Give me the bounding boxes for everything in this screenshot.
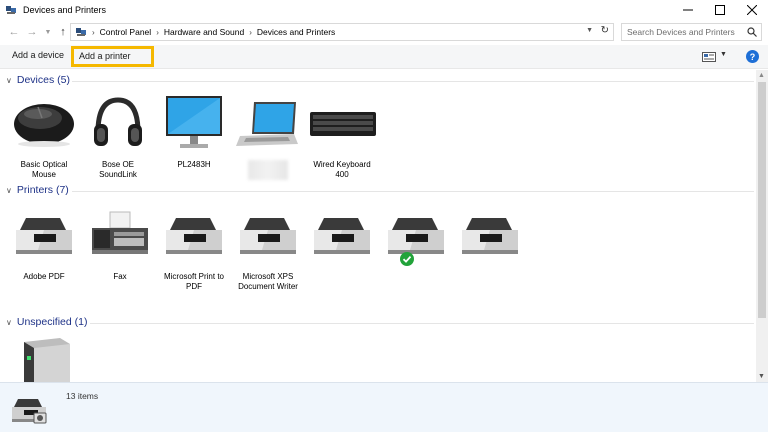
keyboard-icon xyxy=(310,112,376,136)
devices-section-header[interactable]: ∨ Devices (5) xyxy=(6,74,70,86)
breadcrumb-separator-icon: › xyxy=(249,27,252,37)
device-label: Basic Optical Mouse xyxy=(20,160,68,179)
device-label-redacted xyxy=(248,160,288,180)
scroll-up-icon[interactable]: ▲ xyxy=(758,72,765,79)
printers-section-title: Printers (7) xyxy=(16,184,69,196)
printer-label: Microsoft XPS Document Writer xyxy=(238,272,298,291)
devices-section-title: Devices (5) xyxy=(16,74,70,86)
help-button[interactable]: ? xyxy=(746,50,759,63)
device-item-monitor[interactable]: PL2483H xyxy=(158,94,230,170)
collapse-chevron-icon[interactable]: ∨ xyxy=(6,318,12,327)
minimize-icon[interactable] xyxy=(672,0,704,20)
printer-icon xyxy=(166,218,222,254)
section-divider xyxy=(72,191,754,192)
device-label: PL2483H xyxy=(177,160,211,169)
refresh-icon[interactable]: ↻ xyxy=(601,25,609,36)
unspecified-item[interactable] xyxy=(8,334,80,382)
change-view-icon[interactable] xyxy=(702,52,716,62)
printer-icon xyxy=(16,218,72,254)
printer-item-microsoft-xps-document-writer[interactable]: Microsoft XPS Document Writer xyxy=(232,206,304,292)
device-label: Bose OE SoundLink xyxy=(99,160,137,179)
vertical-scrollbar[interactable]: ▲ ▼ xyxy=(756,70,768,382)
navigation-bar: ← → ▼ ↑ › Control Panel › Hardware and S… xyxy=(0,20,768,44)
headphones-icon xyxy=(94,97,142,146)
recent-locations-chevron-icon[interactable]: ▼ xyxy=(40,24,56,40)
default-printer-check-icon xyxy=(400,252,414,266)
fax-icon xyxy=(92,211,148,254)
breadcrumb-separator-icon: › xyxy=(156,27,159,37)
monitor-icon xyxy=(166,96,222,148)
device-list: ∨ Devices (5) Basic Optical Mouse Bose O… xyxy=(0,70,756,382)
section-divider xyxy=(90,323,754,324)
breadcrumb-separator-icon: › xyxy=(92,27,95,37)
add-device-button[interactable]: Add a device xyxy=(12,50,64,60)
section-divider xyxy=(72,81,754,82)
close-icon[interactable] xyxy=(736,0,768,20)
address-dropdown-icon[interactable]: ▼ xyxy=(586,27,593,34)
printer-item[interactable] xyxy=(454,206,526,270)
device-item-laptop[interactable] xyxy=(232,94,304,180)
printer-item-microsoft-print-to-pdf[interactable]: Microsoft Print to PDF xyxy=(158,206,230,292)
device-item-mouse[interactable]: Basic Optical Mouse xyxy=(8,94,80,180)
add-printer-button[interactable]: Add a printer xyxy=(71,46,154,67)
scrollbar-thumb[interactable] xyxy=(758,82,766,318)
breadcrumb-hardware-and-sound[interactable]: Hardware and Sound xyxy=(164,27,244,37)
maximize-icon[interactable] xyxy=(704,0,736,20)
printer-label: Fax xyxy=(113,272,127,281)
printer-label: Adobe PDF xyxy=(23,272,65,281)
server-icon xyxy=(24,338,70,382)
printer-icon xyxy=(240,218,296,254)
item-count: 13 items xyxy=(66,391,99,401)
printer-icon xyxy=(462,218,518,254)
laptop-icon xyxy=(236,102,298,146)
printer-item-adobe-pdf[interactable]: Adobe PDF xyxy=(8,206,80,282)
printer-icon xyxy=(314,218,370,254)
title-bar: Devices and Printers xyxy=(0,0,768,20)
address-bar[interactable]: › Control Panel › Hardware and Sound › D… xyxy=(70,23,614,41)
printer-label: Microsoft Print to PDF xyxy=(163,272,224,291)
devices-summary-icon xyxy=(12,399,47,424)
back-arrow-icon[interactable]: ← xyxy=(6,24,22,40)
device-label: Wired Keyboard 400 xyxy=(313,160,371,179)
search-placeholder: Search Devices and Printers xyxy=(627,27,735,37)
printer-item-fax[interactable]: Fax xyxy=(84,206,156,282)
view-options-chevron-icon[interactable]: ▼ xyxy=(720,51,727,58)
command-bar: Add a device Add a printer ▼ ? xyxy=(0,45,768,69)
control-panel-icon xyxy=(76,28,86,36)
printer-item[interactable] xyxy=(306,206,378,270)
device-item-headphones[interactable]: Bose OE SoundLink xyxy=(82,94,154,180)
details-pane: 13 items xyxy=(0,382,768,432)
breadcrumb-devices-and-printers[interactable]: Devices and Printers xyxy=(257,27,335,37)
search-icon[interactable] xyxy=(747,27,757,37)
collapse-chevron-icon[interactable]: ∨ xyxy=(6,76,12,85)
printer-icon xyxy=(388,218,444,254)
device-item-keyboard[interactable]: Wired Keyboard 400 xyxy=(306,94,378,180)
window-title: Devices and Printers xyxy=(23,5,107,15)
window-controls xyxy=(672,0,768,20)
up-arrow-icon[interactable]: ↑ xyxy=(55,24,71,40)
printers-section-header[interactable]: ∨ Printers (7) xyxy=(6,184,69,196)
unspecified-section-title: Unspecified (1) xyxy=(16,316,88,328)
unspecified-section-header[interactable]: ∨ Unspecified (1) xyxy=(6,316,87,328)
mouse-icon xyxy=(14,104,74,147)
devices-printers-app-icon xyxy=(6,6,16,14)
breadcrumb-control-panel[interactable]: Control Panel xyxy=(100,27,152,37)
scroll-down-icon[interactable]: ▼ xyxy=(758,373,765,380)
collapse-chevron-icon[interactable]: ∨ xyxy=(6,186,12,195)
forward-arrow-icon[interactable]: → xyxy=(24,24,40,40)
printer-item-default[interactable] xyxy=(380,206,452,270)
search-input[interactable]: Search Devices and Printers xyxy=(621,23,762,41)
